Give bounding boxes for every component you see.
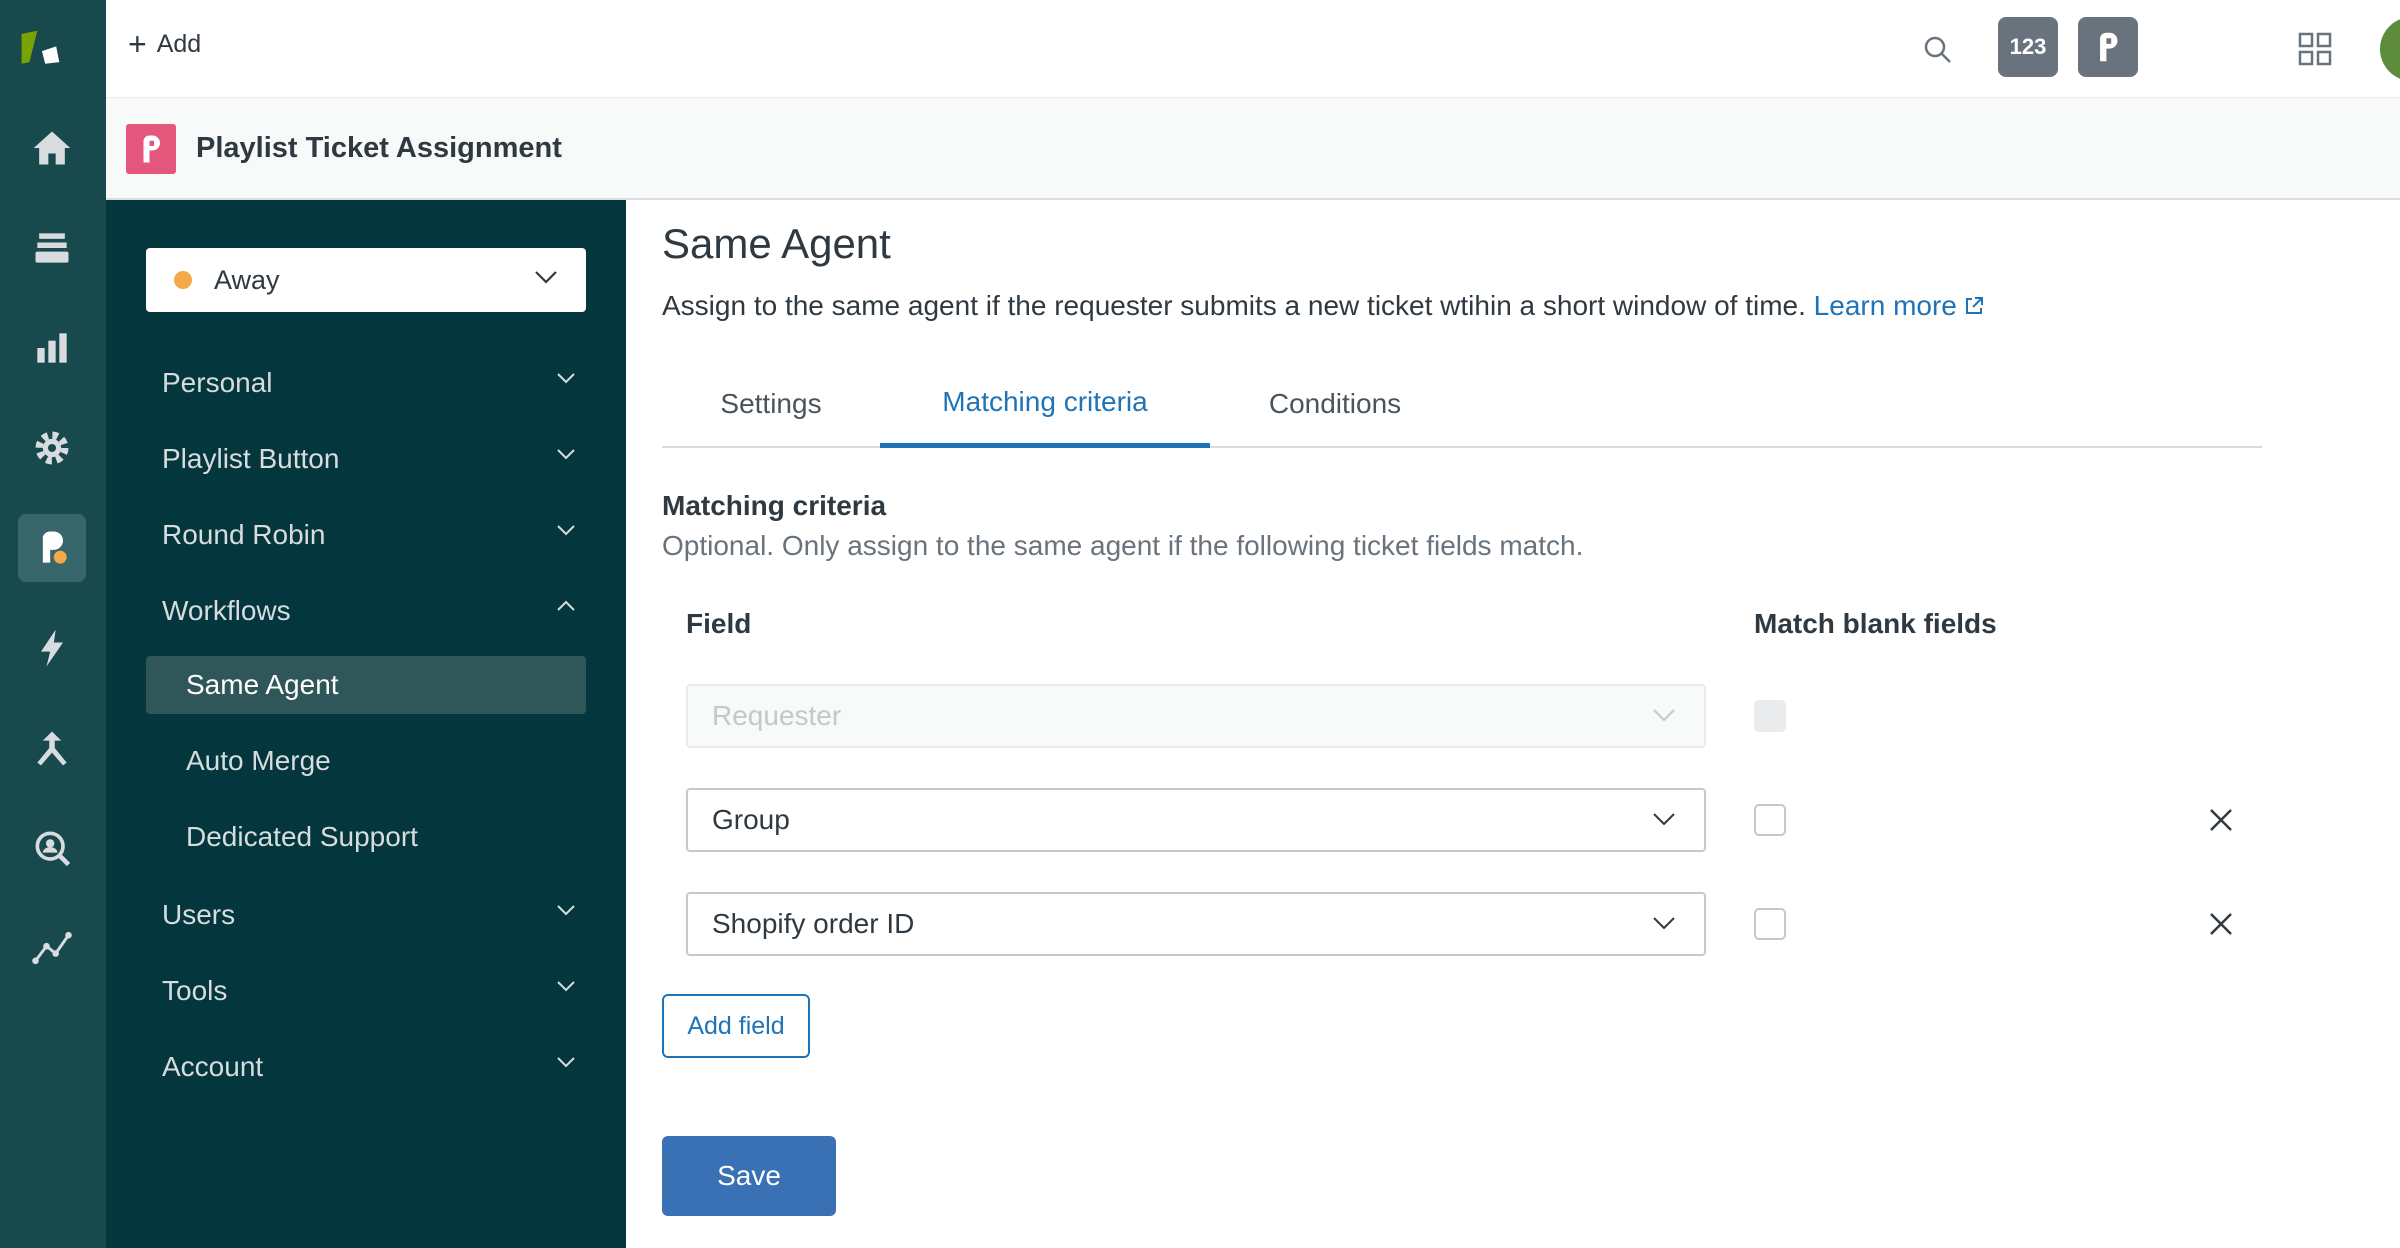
- user-avatar[interactable]: A: [2380, 17, 2400, 81]
- analytics-icon[interactable]: [18, 914, 86, 982]
- match-blank-checkbox-shopify-order-id[interactable]: [1754, 908, 1786, 940]
- app-title: Playlist Ticket Assignment: [196, 132, 562, 164]
- reporting-icon[interactable]: [18, 314, 86, 382]
- sidebar-item-playlist-button[interactable]: Playlist Button: [162, 434, 582, 484]
- chevron-down-icon: [557, 1057, 575, 1068]
- top-bar: + Add 123 A: [106, 0, 2400, 98]
- sidebar-item-round-robin[interactable]: Round Robin: [162, 510, 582, 560]
- sidebar-item-label: Workflows: [162, 595, 291, 626]
- status-label: Away: [214, 264, 280, 295]
- remove-row-close-icon[interactable]: [2204, 907, 2238, 941]
- field-select-requester: Requester: [686, 684, 1706, 748]
- views-icon[interactable]: [18, 214, 86, 282]
- page-description: Assign to the same agent if the requeste…: [662, 290, 1985, 322]
- status-dropdown[interactable]: Away: [146, 248, 586, 312]
- learn-more-link[interactable]: Learn more: [1814, 290, 1985, 321]
- admin-gear-icon[interactable]: [18, 414, 86, 482]
- sidebar-item-label: Round Robin: [162, 519, 326, 550]
- sidebar-item-account[interactable]: Account: [162, 1042, 582, 1092]
- playlist-logo-icon: [126, 124, 176, 174]
- home-icon[interactable]: [18, 114, 86, 182]
- playlist-app-icon[interactable]: [18, 514, 86, 582]
- field-select-value: Shopify order ID: [712, 908, 915, 939]
- chevron-down-icon: [557, 373, 575, 384]
- match-blank-checkbox-group[interactable]: [1754, 804, 1786, 836]
- search-user-icon[interactable]: [18, 814, 86, 882]
- chevron-down-icon: [1653, 709, 1675, 722]
- merge-icon[interactable]: [18, 714, 86, 782]
- chevron-down-icon: [557, 905, 575, 916]
- zendesk-logo-icon[interactable]: [20, 26, 76, 70]
- learn-more-label: Learn more: [1813, 290, 1957, 321]
- field-select-shopify-order-id[interactable]: Shopify order ID: [686, 892, 1706, 956]
- tab-settings[interactable]: Settings: [662, 360, 880, 448]
- sidebar-item-label: Playlist Button: [162, 443, 340, 474]
- chevron-down-icon: [1653, 813, 1675, 826]
- chevron-up-icon: [557, 600, 575, 611]
- tab-label: Matching criteria: [942, 385, 1148, 417]
- section-subtitle: Optional. Only assign to the same agent …: [662, 530, 1584, 561]
- apps-grid-icon[interactable]: [2298, 32, 2332, 66]
- page-title: Same Agent: [662, 220, 891, 267]
- tab-conditions[interactable]: Conditions: [1210, 360, 1460, 448]
- sidebar-subitem-dedicated-support[interactable]: Dedicated Support: [146, 808, 586, 866]
- sidebar-subitem-auto-merge[interactable]: Auto Merge: [146, 732, 586, 790]
- main-content: Same Agent Assign to the same agent if t…: [626, 200, 2400, 1248]
- chevron-down-icon: [1653, 917, 1675, 930]
- chevron-down-icon: [557, 449, 575, 460]
- sidebar-item-label: Users: [162, 899, 236, 930]
- section-title: Matching criteria: [662, 490, 887, 521]
- tab-label: Conditions: [1268, 388, 1402, 419]
- sidebar-subitem-label: Auto Merge: [186, 745, 331, 776]
- tab-bar: Settings Matching criteria Conditions: [662, 360, 2262, 448]
- sidebar-item-users[interactable]: Users: [162, 890, 582, 940]
- chevron-down-icon: [535, 271, 557, 284]
- nav-rail: [0, 0, 106, 1248]
- lightning-icon[interactable]: [18, 614, 86, 682]
- add-button[interactable]: + Add: [128, 28, 201, 60]
- match-blank-checkbox-requester: [1754, 700, 1786, 732]
- add-field-button[interactable]: Add field: [662, 994, 810, 1058]
- remove-row-close-icon[interactable]: [2204, 803, 2238, 837]
- save-button[interactable]: Save: [662, 1136, 836, 1216]
- sidebar-item-tools[interactable]: Tools: [162, 966, 582, 1016]
- status-dot: [174, 271, 192, 289]
- add-button-label: Add: [156, 29, 202, 58]
- app-header: Playlist Ticket Assignment: [106, 98, 2400, 200]
- chevron-down-icon: [557, 525, 575, 536]
- external-link-icon: [1965, 297, 1983, 314]
- sidebar-item-workflows[interactable]: Workflows: [162, 586, 582, 636]
- sidebar-item-personal[interactable]: Personal: [162, 358, 582, 408]
- chevron-down-icon: [557, 981, 575, 992]
- sidebar-item-label: Account: [162, 1051, 264, 1082]
- sidebar-item-label: Personal: [162, 367, 273, 398]
- sidebar-subitem-label: Dedicated Support: [186, 821, 418, 852]
- field-select-group[interactable]: Group: [686, 788, 1706, 852]
- column-header-match-blank: Match blank fields: [1754, 608, 1997, 639]
- app-sidebar: Away Personal Playlist Button Round Robi…: [106, 200, 626, 1248]
- tab-label: Settings: [720, 388, 822, 419]
- counter-badge-text: 123: [2009, 34, 2047, 59]
- sidebar-subitem-same-agent[interactable]: Same Agent: [146, 656, 586, 714]
- playlist-top-icon[interactable]: [2078, 17, 2138, 77]
- plus-icon: +: [128, 26, 147, 62]
- tab-matching-criteria[interactable]: Matching criteria: [880, 360, 1210, 448]
- sidebar-subitem-label: Same Agent: [186, 669, 339, 700]
- counter-badge-button[interactable]: 123: [1998, 17, 2058, 77]
- column-header-field: Field: [686, 608, 752, 639]
- field-select-value: Group: [712, 804, 790, 835]
- description-text: Assign to the same agent if the requeste…: [662, 290, 1806, 321]
- search-icon[interactable]: [1920, 32, 1956, 68]
- sidebar-item-label: Tools: [162, 975, 228, 1006]
- field-select-value: Requester: [712, 700, 842, 731]
